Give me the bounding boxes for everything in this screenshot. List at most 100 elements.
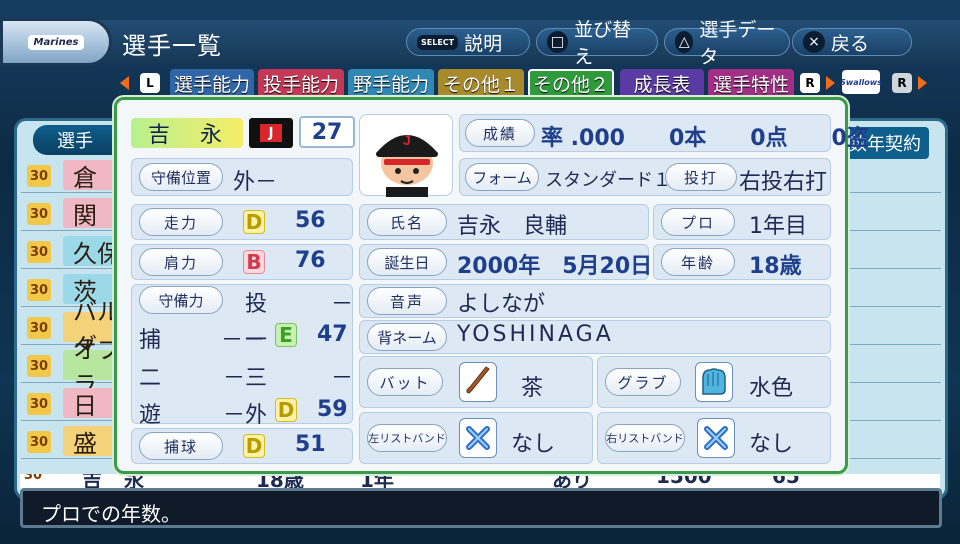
position-value: 外－	[233, 170, 278, 195]
back-hint[interactable]: × 戻る	[792, 28, 912, 56]
second-base-label: 二	[139, 366, 162, 391]
outfield-grade: D	[275, 398, 297, 422]
bat-label: バット	[367, 368, 443, 396]
player-detail-card: 吉 永 J 27 守備位置 外－ J 成績 率 .000 0本 0点 0盗 フォ…	[114, 97, 869, 474]
status-message: プロでの年数。	[20, 488, 942, 528]
right-wristband-label: 右リストバンド	[605, 424, 685, 452]
catcher-label: 捕	[139, 328, 162, 353]
third-base-value: －	[331, 366, 354, 391]
row-level: 30	[27, 241, 51, 263]
right-wristband-value: なし	[749, 432, 794, 457]
player-avatar-icon: J	[376, 132, 438, 197]
fullname-value: 吉永 良輔	[457, 214, 568, 239]
help-hint[interactable]: SELECT 説明	[406, 28, 530, 56]
partner-team-logo: Swallows	[840, 70, 882, 94]
catching-label: 捕球	[139, 432, 223, 460]
first-base-value: 47	[317, 322, 348, 347]
row-level: 30	[27, 317, 51, 339]
back-name-value: YOSHINAGA	[457, 322, 614, 347]
team-cap-icon: J	[249, 118, 293, 148]
voice-value: よしなが	[457, 292, 546, 317]
stats-value: 率 .000 0本 0点 0盗	[541, 126, 869, 151]
age-value: 18歳	[749, 254, 802, 279]
tab-other-2[interactable]: その他２	[528, 69, 614, 97]
l-button-icon[interactable]: L	[140, 73, 160, 93]
glove-icon	[695, 362, 733, 402]
r-button-icon[interactable]: R	[800, 73, 820, 93]
pro-years-value: 1年目	[749, 214, 807, 239]
catching-grade: D	[243, 434, 265, 458]
tab-bar: L 選手能力 投手能力 野手能力 その他１ その他２ 成長表 選手特性 R Sw…	[0, 68, 960, 100]
speed-grade: D	[243, 210, 265, 234]
shortstop-label: 遊	[139, 403, 162, 428]
team-logo: Marines	[0, 18, 112, 66]
tab-batting-ability[interactable]: 選手能力	[170, 69, 254, 97]
bats-throws-label: 投打	[665, 163, 737, 191]
row-salary: 1500	[656, 474, 712, 488]
fullname-label: 氏名	[367, 208, 447, 236]
second-base-value: －	[223, 366, 246, 391]
team-badge: J	[260, 124, 282, 142]
tab-player-traits[interactable]: 選手特性	[708, 69, 794, 97]
tab-growth[interactable]: 成長表	[620, 69, 704, 97]
left-wristband-none-icon	[459, 418, 497, 458]
select-key-icon: SELECT	[417, 34, 459, 50]
tab-right-arrow-icon[interactable]	[826, 76, 835, 90]
arm-grade: B	[243, 250, 265, 274]
help-label: 説明	[464, 32, 503, 55]
player-data-hint[interactable]: △ 選手データ	[664, 19, 790, 68]
tab-pitching-ability[interactable]: 投手能力	[258, 69, 344, 97]
sort-label: 並び替え	[574, 19, 632, 68]
outfield-value: 59	[317, 397, 348, 422]
back-label: 戻る	[831, 32, 870, 55]
form-label: フォーム	[465, 163, 539, 191]
first-base-grade: E	[275, 323, 297, 347]
row-level: 30	[27, 431, 51, 453]
square-button-icon: □	[547, 31, 569, 53]
cross-button-icon: ×	[803, 31, 825, 53]
uniform-number: 27	[299, 116, 355, 148]
right-wristband-none-icon	[697, 418, 735, 458]
row-level: 30	[27, 279, 51, 301]
age-label: 年齢	[661, 248, 735, 276]
birthday-value: 2000年 5月20日	[457, 254, 653, 279]
outfield-label: 外	[245, 403, 268, 428]
pitcher-label: 投	[245, 292, 268, 317]
glove-color-value: 水色	[749, 376, 794, 401]
player-data-label: 選手データ	[699, 19, 776, 68]
player-portrait: J	[359, 114, 453, 197]
stats-label: 成績	[465, 119, 535, 147]
r-button-secondary-icon[interactable]: R	[892, 73, 912, 93]
bats-throws-value: 右投右打	[739, 170, 828, 195]
row-score: 65	[772, 474, 800, 488]
left-wristband-value: なし	[511, 432, 556, 457]
pro-years-label: プロ	[661, 208, 735, 236]
screen-title: 選手一覧	[122, 32, 222, 60]
tab-other-1[interactable]: その他１	[438, 69, 524, 97]
bat-color-value: 茶	[521, 376, 544, 401]
triangle-button-icon: △	[675, 31, 694, 53]
first-base-label: 一	[245, 328, 268, 353]
row-level: 30	[27, 165, 51, 187]
position-label: 守備位置	[139, 163, 223, 191]
sort-hint[interactable]: □ 並び替え	[536, 19, 658, 68]
row-level: 30	[27, 203, 51, 225]
speed-label: 走力	[139, 208, 223, 236]
fielding-label: 守備力	[139, 286, 223, 314]
glove-label: グラブ	[605, 368, 681, 396]
pitcher-value: －	[331, 292, 354, 317]
arm-label: 肩力	[139, 248, 223, 276]
speed-value: 56	[295, 208, 326, 233]
row-level: 30	[27, 355, 51, 377]
tab-fielding-ability[interactable]: 野手能力	[348, 69, 434, 97]
left-wristband-label: 左リストバンド	[367, 424, 447, 452]
birthday-label: 誕生日	[367, 248, 447, 276]
back-name-label: 背ネーム	[367, 323, 447, 351]
tab-next-arrow-icon[interactable]	[918, 76, 927, 90]
catching-value: 51	[295, 432, 326, 457]
third-base-label: 三	[245, 366, 268, 391]
arm-value: 76	[295, 248, 326, 273]
voice-label: 音声	[367, 287, 447, 315]
tab-left-arrow-icon[interactable]	[120, 76, 129, 90]
bat-icon	[459, 362, 497, 402]
